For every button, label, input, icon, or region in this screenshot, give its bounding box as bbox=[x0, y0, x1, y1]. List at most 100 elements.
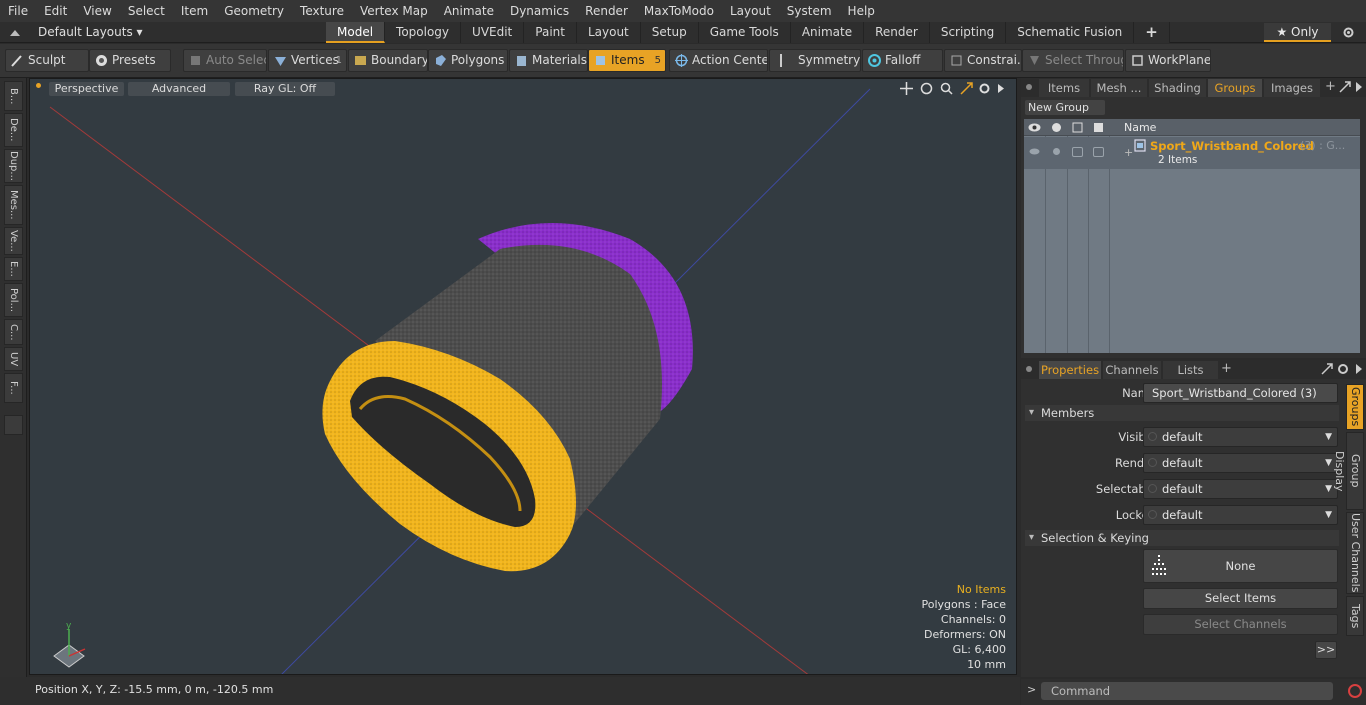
row-eye-icon[interactable] bbox=[1029, 147, 1040, 156]
row-select-toggle[interactable] bbox=[1093, 147, 1104, 157]
render-icon[interactable] bbox=[1050, 122, 1063, 133]
panel-arrow-icon[interactable] bbox=[1355, 81, 1363, 93]
tab-channels[interactable]: Channels bbox=[1103, 361, 1161, 379]
symmetry-button[interactable]: Symmetry bbox=[769, 49, 861, 72]
tab-layout[interactable]: Layout bbox=[576, 22, 641, 43]
name-field[interactable]: Sport_Wristband_Colored (3) bbox=[1143, 383, 1338, 403]
command-input[interactable]: Command bbox=[1041, 682, 1333, 700]
items-button[interactable]: Items 5 bbox=[588, 49, 666, 72]
left-tab-polygon[interactable]: Pol... bbox=[4, 283, 23, 317]
tab-shading[interactable]: Shading bbox=[1149, 79, 1206, 97]
locked-dropdown[interactable]: default ▼ bbox=[1143, 505, 1338, 525]
record-icon[interactable] bbox=[1347, 683, 1363, 699]
side-tab-tags[interactable]: Tags bbox=[1346, 596, 1364, 636]
group-name[interactable]: Sport_Wristband_Colored bbox=[1150, 139, 1314, 153]
new-group-button[interactable]: New Group bbox=[1025, 100, 1105, 115]
left-tab-fusion[interactable]: F... bbox=[4, 373, 23, 403]
scene-canvas[interactable]: y bbox=[30, 79, 1017, 675]
side-tab-user-channels[interactable]: User Channels bbox=[1346, 512, 1364, 594]
viewport-menu-dot[interactable] bbox=[36, 83, 41, 88]
side-tab-group-display[interactable]: Group Display bbox=[1333, 432, 1364, 510]
menu-edit[interactable]: Edit bbox=[36, 0, 75, 22]
menu-layout[interactable]: Layout bbox=[722, 0, 779, 22]
left-tab-basic[interactable]: B... bbox=[4, 81, 23, 111]
visible-keyframe-dot[interactable] bbox=[1148, 432, 1157, 441]
group-row[interactable]: + Sport_Wristband_Colored (3) : G... 2 I… bbox=[1024, 137, 1360, 169]
visible-dropdown[interactable]: default ▼ bbox=[1143, 427, 1338, 447]
locked-keyframe-dot[interactable] bbox=[1148, 510, 1157, 519]
keying-none-button[interactable]: None bbox=[1143, 549, 1338, 583]
left-tab-vertex[interactable]: Ve... bbox=[4, 227, 23, 255]
expand-arrow-icon[interactable] bbox=[996, 82, 1006, 95]
menu-dynamics[interactable]: Dynamics bbox=[502, 0, 577, 22]
left-tab-extra[interactable] bbox=[4, 415, 23, 435]
tab-topology[interactable]: Topology bbox=[385, 22, 462, 43]
properties-maximize-icon[interactable] bbox=[1321, 363, 1333, 375]
vertices-button[interactable]: Vertices 1 bbox=[268, 49, 347, 72]
perspective-button[interactable]: Perspective bbox=[49, 82, 124, 96]
workplane-button[interactable]: WorkPlane bbox=[1125, 49, 1211, 72]
expand-plus-icon[interactable]: + bbox=[1124, 146, 1133, 159]
left-tab-deform[interactable]: De... bbox=[4, 113, 23, 147]
row-lock-toggle[interactable] bbox=[1072, 147, 1083, 157]
left-tab-curve[interactable]: C... bbox=[4, 319, 23, 345]
select-items-button[interactable]: Select Items bbox=[1143, 588, 1338, 609]
tab-images[interactable]: Images bbox=[1264, 79, 1320, 97]
row-render-icon[interactable] bbox=[1051, 147, 1062, 156]
left-tab-edge[interactable]: E... bbox=[4, 257, 23, 281]
add-panel-tab-button[interactable]: + bbox=[1325, 79, 1336, 94]
panel-maximize-icon[interactable] bbox=[1339, 81, 1351, 93]
tab-lists[interactable]: Lists bbox=[1163, 361, 1218, 379]
eye-icon[interactable] bbox=[1028, 122, 1041, 133]
sculpt-button[interactable]: Sculpt bbox=[5, 49, 89, 72]
tab-mesh[interactable]: Mesh ... bbox=[1091, 79, 1147, 97]
menu-texture[interactable]: Texture bbox=[292, 0, 352, 22]
menu-render[interactable]: Render bbox=[577, 0, 636, 22]
maximize-icon[interactable] bbox=[960, 82, 973, 95]
panel-menu-dot[interactable] bbox=[1026, 84, 1032, 90]
materials-button[interactable]: Materials bbox=[509, 49, 588, 72]
layout-selector[interactable]: Default Layouts ▾ bbox=[38, 25, 143, 39]
menu-file[interactable]: File bbox=[0, 0, 36, 22]
only-button[interactable]: ★ Only bbox=[1264, 23, 1331, 42]
selection-keying-section[interactable]: Selection & Keying bbox=[1025, 530, 1339, 546]
left-tab-mesh[interactable]: Mes... bbox=[4, 185, 23, 225]
members-section[interactable]: Members bbox=[1025, 405, 1339, 421]
rotate-icon[interactable] bbox=[920, 82, 933, 95]
menu-item[interactable]: Item bbox=[173, 0, 216, 22]
gear-icon[interactable] bbox=[1342, 26, 1355, 39]
selectable-keyframe-dot[interactable] bbox=[1148, 484, 1157, 493]
zoom-icon[interactable] bbox=[940, 82, 953, 95]
menu-select[interactable]: Select bbox=[120, 0, 173, 22]
selectable-dropdown[interactable]: default ▼ bbox=[1143, 479, 1338, 499]
tab-animate[interactable]: Animate bbox=[790, 22, 865, 43]
raygl-button[interactable]: Ray GL: Off bbox=[235, 82, 335, 96]
tab-model[interactable]: Model bbox=[326, 22, 386, 43]
viewport-gear-icon[interactable] bbox=[978, 82, 991, 95]
tab-setup[interactable]: Setup bbox=[640, 22, 699, 43]
menu-help[interactable]: Help bbox=[840, 0, 883, 22]
auto-select-button[interactable]: Auto Select bbox=[183, 49, 267, 72]
left-tab-duplicate[interactable]: Dup... bbox=[4, 149, 23, 183]
menu-geometry[interactable]: Geometry bbox=[216, 0, 292, 22]
collapse-arrow-icon[interactable] bbox=[9, 27, 21, 38]
tab-paint[interactable]: Paint bbox=[524, 22, 577, 43]
menu-system[interactable]: System bbox=[779, 0, 840, 22]
render-keyframe-dot[interactable] bbox=[1148, 458, 1157, 467]
lock-cube-icon[interactable] bbox=[1071, 122, 1084, 133]
move-icon[interactable] bbox=[900, 82, 913, 95]
properties-menu-dot[interactable] bbox=[1026, 366, 1032, 372]
more-button[interactable]: >> bbox=[1315, 641, 1337, 659]
tab-scripting[interactable]: Scripting bbox=[929, 22, 1007, 43]
presets-button[interactable]: Presets bbox=[89, 49, 171, 72]
tab-schematic-fusion[interactable]: Schematic Fusion bbox=[1006, 22, 1135, 43]
add-properties-tab-button[interactable]: + bbox=[1221, 361, 1232, 376]
falloff-button[interactable]: Falloff bbox=[862, 49, 943, 72]
shading-mode-button[interactable]: Advanced bbox=[128, 82, 230, 96]
add-tab-button[interactable]: + bbox=[1134, 22, 1170, 43]
menu-view[interactable]: View bbox=[75, 0, 119, 22]
render-dropdown[interactable]: default ▼ bbox=[1143, 453, 1338, 473]
select-through-button[interactable]: Select Through bbox=[1022, 49, 1124, 72]
side-tab-groups[interactable]: Groups bbox=[1346, 384, 1364, 430]
left-tab-uv[interactable]: UV bbox=[4, 347, 23, 371]
